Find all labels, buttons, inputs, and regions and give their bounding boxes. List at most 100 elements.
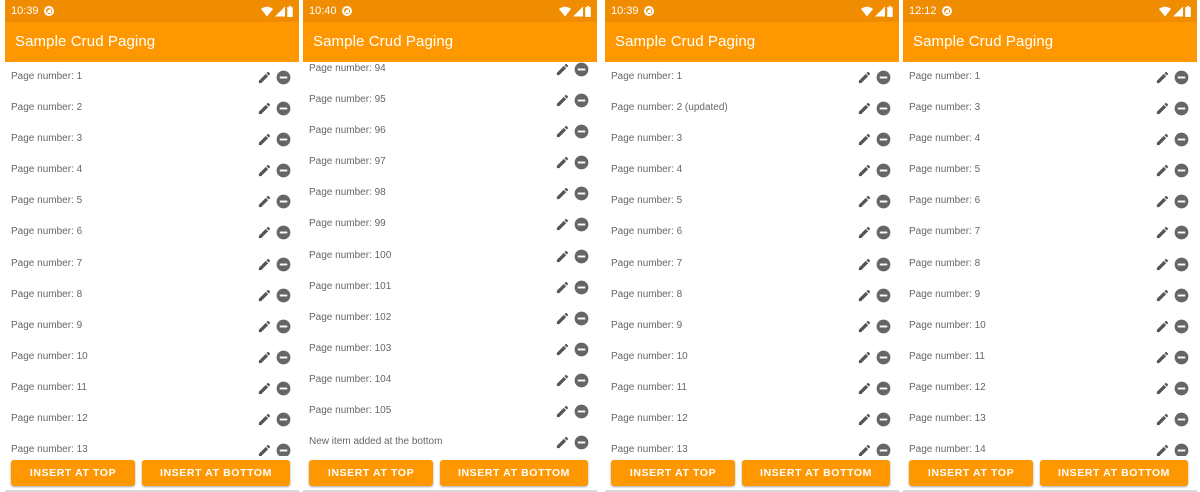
edit-icon[interactable] <box>257 288 272 303</box>
edit-icon[interactable] <box>257 132 272 147</box>
remove-icon[interactable] <box>1174 163 1189 178</box>
remove-icon[interactable] <box>574 435 589 450</box>
edit-icon[interactable] <box>257 350 272 365</box>
edit-icon[interactable] <box>555 342 570 357</box>
insert-at-top-button[interactable]: Insert at top <box>11 460 135 486</box>
edit-icon[interactable] <box>555 404 570 419</box>
remove-icon[interactable] <box>1174 443 1189 456</box>
edit-icon[interactable] <box>257 412 272 427</box>
remove-icon[interactable] <box>276 319 291 334</box>
edit-icon[interactable] <box>1155 412 1170 427</box>
edit-icon[interactable] <box>1155 288 1170 303</box>
edit-icon[interactable] <box>1155 381 1170 396</box>
edit-icon[interactable] <box>555 373 570 388</box>
edit-icon[interactable] <box>857 101 872 116</box>
edit-icon[interactable] <box>555 186 570 201</box>
insert-at-top-button[interactable]: Insert at top <box>909 460 1033 486</box>
remove-icon[interactable] <box>574 404 589 419</box>
edit-icon[interactable] <box>1155 443 1170 456</box>
edit-icon[interactable] <box>555 217 570 232</box>
remove-icon[interactable] <box>276 381 291 396</box>
edit-icon[interactable] <box>257 443 272 456</box>
remove-icon[interactable] <box>276 257 291 272</box>
edit-icon[interactable] <box>257 257 272 272</box>
remove-icon[interactable] <box>276 101 291 116</box>
remove-icon[interactable] <box>1174 381 1189 396</box>
edit-icon[interactable] <box>857 257 872 272</box>
item-list[interactable]: Page number: 1 Page number: 3 Page number:… <box>903 62 1197 456</box>
remove-icon[interactable] <box>574 373 589 388</box>
remove-icon[interactable] <box>876 381 891 396</box>
remove-icon[interactable] <box>574 62 589 77</box>
remove-icon[interactable] <box>574 342 589 357</box>
edit-icon[interactable] <box>555 249 570 264</box>
remove-icon[interactable] <box>1174 101 1189 116</box>
remove-icon[interactable] <box>876 101 891 116</box>
remove-icon[interactable] <box>876 319 891 334</box>
edit-icon[interactable] <box>257 101 272 116</box>
remove-icon[interactable] <box>276 412 291 427</box>
edit-icon[interactable] <box>257 381 272 396</box>
edit-icon[interactable] <box>1155 350 1170 365</box>
remove-icon[interactable] <box>876 70 891 85</box>
edit-icon[interactable] <box>257 194 272 209</box>
item-list[interactable]: Page number: 94 Page number: 95 Page numbe… <box>303 62 597 456</box>
remove-icon[interactable] <box>276 132 291 147</box>
edit-icon[interactable] <box>857 412 872 427</box>
insert-at-top-button[interactable]: Insert at top <box>611 460 735 486</box>
edit-icon[interactable] <box>1155 70 1170 85</box>
edit-icon[interactable] <box>857 70 872 85</box>
edit-icon[interactable] <box>857 132 872 147</box>
remove-icon[interactable] <box>876 257 891 272</box>
insert-at-bottom-button[interactable]: Insert at bottom <box>440 460 588 486</box>
item-list[interactable]: Page number: 1 Page number: 2 (updated) Pa… <box>605 62 899 456</box>
edit-icon[interactable] <box>555 311 570 326</box>
remove-icon[interactable] <box>574 249 589 264</box>
edit-icon[interactable] <box>257 225 272 240</box>
edit-icon[interactable] <box>857 350 872 365</box>
edit-icon[interactable] <box>1155 132 1170 147</box>
remove-icon[interactable] <box>276 225 291 240</box>
edit-icon[interactable] <box>1155 101 1170 116</box>
insert-at-bottom-button[interactable]: Insert at bottom <box>142 460 290 486</box>
remove-icon[interactable] <box>1174 70 1189 85</box>
remove-icon[interactable] <box>574 217 589 232</box>
edit-icon[interactable] <box>555 435 570 450</box>
remove-icon[interactable] <box>1174 412 1189 427</box>
edit-icon[interactable] <box>857 443 872 456</box>
insert-at-bottom-button[interactable]: Insert at bottom <box>742 460 890 486</box>
edit-icon[interactable] <box>857 163 872 178</box>
remove-icon[interactable] <box>1174 350 1189 365</box>
edit-icon[interactable] <box>1155 225 1170 240</box>
remove-icon[interactable] <box>574 93 589 108</box>
edit-icon[interactable] <box>555 93 570 108</box>
remove-icon[interactable] <box>876 443 891 456</box>
remove-icon[interactable] <box>1174 225 1189 240</box>
edit-icon[interactable] <box>257 163 272 178</box>
remove-icon[interactable] <box>276 443 291 456</box>
remove-icon[interactable] <box>276 163 291 178</box>
edit-icon[interactable] <box>555 155 570 170</box>
remove-icon[interactable] <box>1174 194 1189 209</box>
edit-icon[interactable] <box>257 70 272 85</box>
edit-icon[interactable] <box>857 319 872 334</box>
edit-icon[interactable] <box>1155 257 1170 272</box>
edit-icon[interactable] <box>857 288 872 303</box>
edit-icon[interactable] <box>257 319 272 334</box>
item-list[interactable]: Page number: 1 Page number: 2 Page number:… <box>5 62 299 456</box>
remove-icon[interactable] <box>276 350 291 365</box>
remove-icon[interactable] <box>876 225 891 240</box>
remove-icon[interactable] <box>876 194 891 209</box>
edit-icon[interactable] <box>1155 163 1170 178</box>
remove-icon[interactable] <box>876 288 891 303</box>
remove-icon[interactable] <box>574 155 589 170</box>
remove-icon[interactable] <box>574 311 589 326</box>
remove-icon[interactable] <box>1174 288 1189 303</box>
remove-icon[interactable] <box>876 350 891 365</box>
insert-at-top-button[interactable]: Insert at top <box>309 460 433 486</box>
edit-icon[interactable] <box>857 225 872 240</box>
edit-icon[interactable] <box>555 124 570 139</box>
remove-icon[interactable] <box>876 132 891 147</box>
edit-icon[interactable] <box>555 62 570 77</box>
remove-icon[interactable] <box>1174 319 1189 334</box>
